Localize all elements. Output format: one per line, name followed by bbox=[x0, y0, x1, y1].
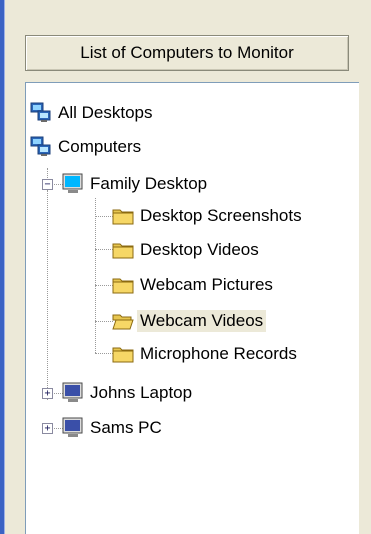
expand-toggle[interactable]: + bbox=[42, 388, 53, 399]
header-title: List of Computers to Monitor bbox=[80, 43, 294, 62]
folder-icon bbox=[112, 243, 134, 259]
tree-line bbox=[95, 198, 96, 353]
tree-item-desktop-screenshots[interactable]: Desktop Screenshots bbox=[112, 203, 305, 229]
tree-item-label: Desktop Screenshots bbox=[140, 206, 302, 225]
computer-monitor-icon bbox=[62, 382, 83, 402]
tree-item-webcam-pictures[interactable]: Webcam Pictures bbox=[112, 272, 276, 298]
tree-item-label: Family Desktop bbox=[90, 174, 208, 193]
tree-item-label: All Desktops bbox=[58, 103, 153, 122]
tree-line bbox=[95, 353, 113, 354]
computer-tree-panel[interactable]: All Desktops Computers − Family Desktop … bbox=[25, 82, 359, 534]
tree-item-webcam-videos[interactable]: Webcam Videos bbox=[112, 308, 267, 334]
computer-monitor-icon bbox=[62, 173, 83, 193]
folder-open-icon bbox=[112, 314, 134, 330]
tree-line bbox=[47, 190, 48, 400]
folder-icon bbox=[112, 347, 134, 363]
tree-item-computers[interactable]: Computers bbox=[30, 134, 144, 160]
tree-item-family-desktop[interactable]: Family Desktop bbox=[62, 171, 210, 197]
collapse-toggle[interactable]: − bbox=[42, 179, 53, 190]
tree-line bbox=[95, 321, 113, 322]
desktop-group-icon bbox=[30, 136, 51, 156]
tree-item-label: Desktop Videos bbox=[140, 240, 259, 259]
folder-icon bbox=[112, 209, 134, 225]
tree-item-label: Johns Laptop bbox=[90, 383, 193, 402]
tree-line bbox=[95, 285, 113, 286]
computer-monitor-icon bbox=[62, 417, 83, 437]
folder-icon bbox=[112, 278, 134, 294]
tree-item-all-desktops[interactable]: All Desktops bbox=[30, 100, 155, 126]
window-left-border bbox=[0, 0, 5, 534]
tree-item-label: Microphone Records bbox=[140, 344, 297, 363]
tree-item-sams-pc[interactable]: Sams PC bbox=[62, 415, 165, 441]
expand-toggle[interactable]: + bbox=[42, 423, 53, 434]
tree-line bbox=[95, 216, 113, 217]
tree-line bbox=[95, 249, 113, 250]
tree-item-label: Webcam Videos bbox=[137, 310, 267, 332]
tree-item-desktop-videos[interactable]: Desktop Videos bbox=[112, 237, 262, 263]
tree-item-label: Webcam Pictures bbox=[140, 275, 273, 294]
desktop-group-icon bbox=[30, 102, 51, 122]
list-of-computers-header-button[interactable]: List of Computers to Monitor bbox=[25, 35, 349, 71]
tree-item-microphone-records[interactable]: Microphone Records bbox=[112, 341, 300, 367]
tree-item-johns-laptop[interactable]: Johns Laptop bbox=[62, 380, 195, 406]
tree-item-label: Sams PC bbox=[90, 418, 162, 437]
tree-item-label: Computers bbox=[58, 137, 142, 156]
